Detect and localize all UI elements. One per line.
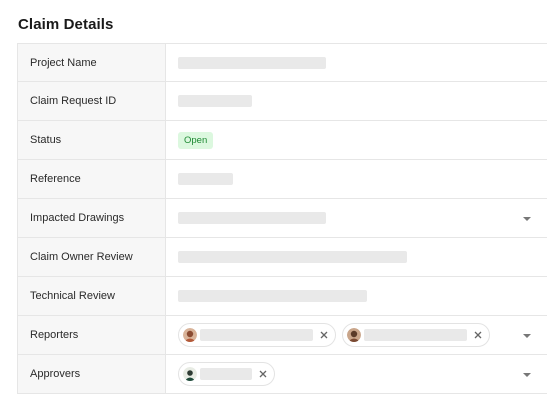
text-placeholder xyxy=(178,173,233,185)
impacted-drawings-select[interactable] xyxy=(166,199,547,237)
field-label-reference: Reference xyxy=(18,160,166,198)
approver-chip-list xyxy=(178,362,275,386)
field-value-status: Open xyxy=(166,121,547,159)
row-impacted-drawings: Impacted Drawings xyxy=(18,199,547,238)
chevron-down-icon[interactable] xyxy=(523,334,531,338)
text-placeholder xyxy=(178,251,407,263)
text-placeholder xyxy=(178,212,326,224)
field-value-claim-request-id xyxy=(166,82,547,120)
field-label-approvers: Approvers xyxy=(18,355,166,393)
reporter-chip[interactable] xyxy=(342,323,490,347)
field-value-claim-owner-review xyxy=(166,238,547,276)
reporter-chip[interactable] xyxy=(178,323,336,347)
panel-title: Claim Details xyxy=(18,16,114,33)
chevron-down-icon[interactable] xyxy=(523,373,531,377)
row-reference: Reference xyxy=(18,160,547,199)
field-label-reporters: Reporters xyxy=(18,316,166,354)
user-avatar xyxy=(183,367,197,381)
text-placeholder xyxy=(178,95,252,107)
field-label-project-name: Project Name xyxy=(18,44,166,81)
field-value-technical-review xyxy=(166,277,547,315)
chevron-down-icon[interactable] xyxy=(523,217,531,221)
text-placeholder xyxy=(200,368,252,380)
close-icon[interactable] xyxy=(258,369,268,379)
status-badge: Open xyxy=(178,131,214,149)
row-status: Status Open xyxy=(18,121,547,160)
text-placeholder xyxy=(178,290,367,302)
details-table: Project Name Claim Request ID Status Ope… xyxy=(17,43,547,394)
reporters-select[interactable] xyxy=(166,316,547,354)
approver-chip[interactable] xyxy=(178,362,275,386)
close-icon[interactable] xyxy=(473,330,483,340)
field-label-impacted-drawings: Impacted Drawings xyxy=(18,199,166,237)
field-value-project-name xyxy=(166,44,547,81)
field-label-technical-review: Technical Review xyxy=(18,277,166,315)
row-claim-owner-review: Claim Owner Review xyxy=(18,238,547,277)
field-value-reference xyxy=(166,160,547,198)
field-label-claim-owner-review: Claim Owner Review xyxy=(18,238,166,276)
close-icon[interactable] xyxy=(319,330,329,340)
text-placeholder xyxy=(178,56,326,69)
row-reporters: Reporters xyxy=(18,316,547,355)
row-claim-request-id: Claim Request ID xyxy=(18,82,547,121)
reporter-chip-list xyxy=(178,323,490,347)
row-approvers: Approvers xyxy=(18,355,547,394)
claim-details-panel: Claim Details Project Name Claim Request… xyxy=(0,0,548,412)
text-placeholder xyxy=(364,329,467,341)
approvers-select[interactable] xyxy=(166,355,547,393)
user-avatar xyxy=(183,328,197,342)
text-placeholder xyxy=(200,329,313,341)
field-label-status: Status xyxy=(18,121,166,159)
row-project-name: Project Name xyxy=(18,44,547,82)
user-avatar xyxy=(347,328,361,342)
row-technical-review: Technical Review xyxy=(18,277,547,316)
field-label-claim-request-id: Claim Request ID xyxy=(18,82,166,120)
